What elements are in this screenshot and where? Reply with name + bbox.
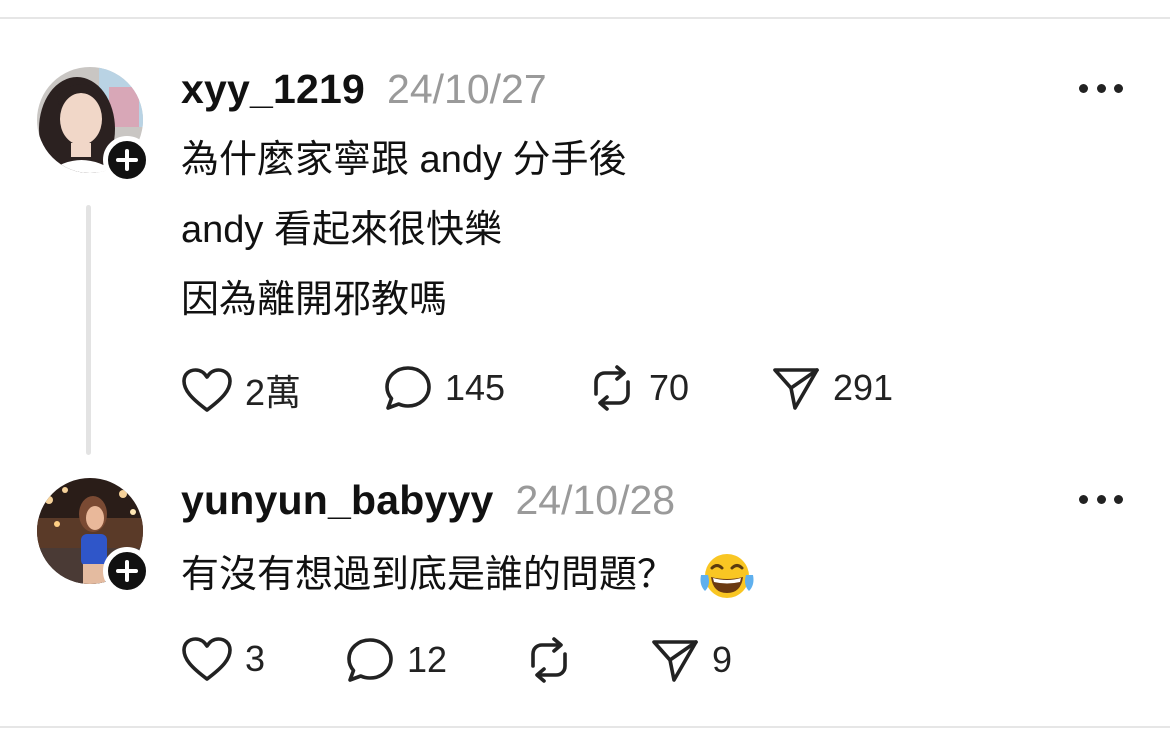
- thread-connector-line: [86, 205, 91, 455]
- comment-text-line: 為什麼家寧跟 andy 分手後: [181, 139, 627, 181]
- comment-header: xyy_1219 24/10/27: [181, 66, 547, 113]
- plus-icon: [116, 560, 138, 582]
- share-button[interactable]: 9: [650, 636, 732, 684]
- speech-bubble-icon: [347, 638, 393, 682]
- comment-text-line: andy 看起來很快樂: [181, 209, 502, 251]
- repost-icon: [531, 637, 567, 683]
- repost-count: 70: [649, 367, 690, 408]
- timestamp: 24/10/27: [387, 66, 547, 112]
- username[interactable]: xyy_1219: [181, 66, 365, 113]
- more-icon[interactable]: [1079, 81, 1123, 95]
- send-icon: [652, 640, 698, 682]
- follow-button[interactable]: [103, 136, 151, 184]
- like-button[interactable]: 2萬: [181, 364, 301, 416]
- speech-bubble-icon: [385, 366, 431, 410]
- face-with-tears-of-joy-icon: [700, 554, 754, 598]
- repost-icon: [594, 365, 630, 411]
- like-count: 3: [245, 638, 266, 679]
- comment-text: 有沒有想過到底是誰的問題？: [181, 554, 676, 597]
- reply-count: 145: [445, 367, 506, 408]
- reply-count: 12: [407, 639, 448, 680]
- top-divider: [0, 17, 1170, 19]
- repost-button[interactable]: [524, 636, 574, 684]
- timestamp: 24/10/28: [515, 477, 676, 523]
- username[interactable]: yunyun_babyyy: [181, 477, 493, 524]
- share-count: 291: [833, 367, 894, 408]
- comment-header: yunyun_babyyy 24/10/28: [181, 477, 675, 524]
- plus-icon: [116, 149, 138, 171]
- bottom-divider: [0, 726, 1170, 728]
- share-count: 9: [712, 639, 733, 680]
- repost-button[interactable]: 70: [587, 364, 689, 412]
- comment-text-line: 有沒有想過到底是誰的問題？: [181, 551, 755, 603]
- send-icon: [773, 368, 819, 410]
- heart-icon: [182, 368, 232, 412]
- more-icon[interactable]: [1079, 492, 1123, 506]
- like-button[interactable]: 3: [181, 636, 265, 682]
- follow-button[interactable]: [103, 547, 151, 595]
- heart-icon: [182, 637, 232, 681]
- comment-text-line: 因為離開邪教嗎: [181, 279, 448, 321]
- reply-button[interactable]: 145: [383, 364, 505, 412]
- like-count: 2萬: [245, 372, 302, 413]
- reply-button[interactable]: 12: [345, 636, 447, 684]
- share-button[interactable]: 291: [771, 364, 893, 412]
